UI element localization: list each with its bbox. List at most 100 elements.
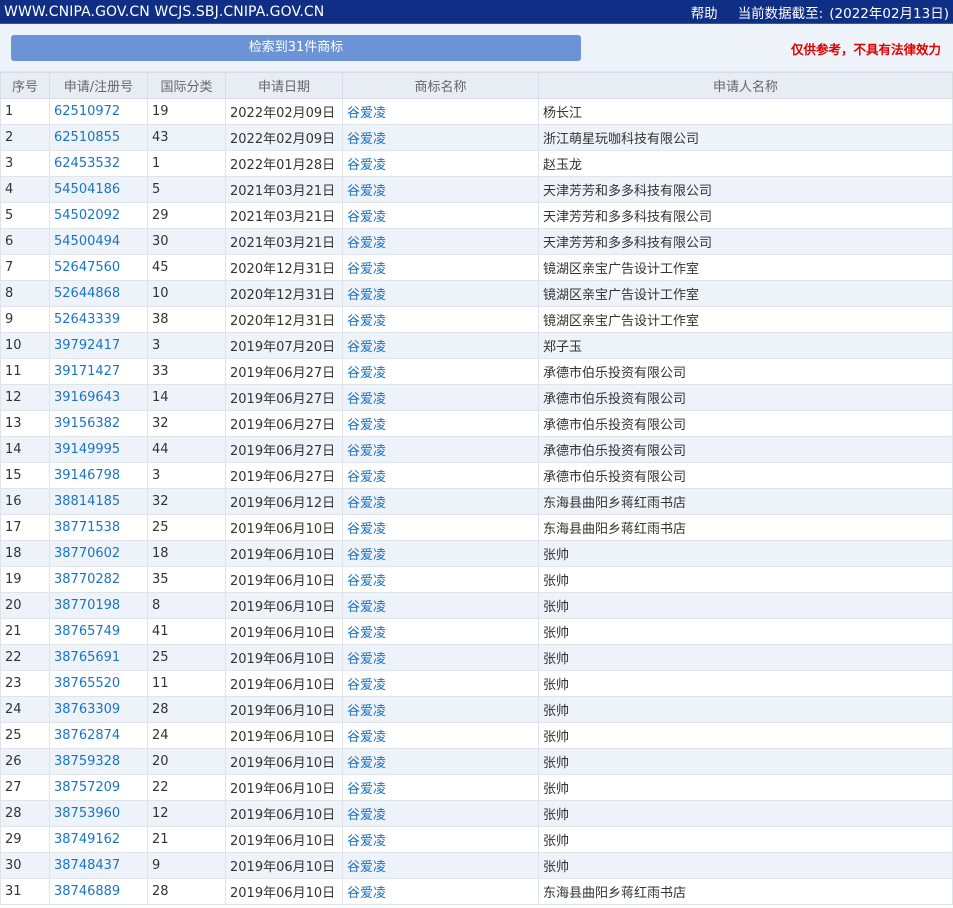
cell-index: 21 xyxy=(0,618,50,645)
cell-reg-number[interactable]: 54504186 xyxy=(49,176,148,203)
cell-reg-number[interactable]: 38748437 xyxy=(49,852,148,879)
cell-class: 9 xyxy=(147,852,226,879)
cell-reg-number[interactable]: 54500494 xyxy=(49,228,148,255)
cell-reg-number[interactable]: 38765520 xyxy=(49,670,148,697)
cell-index: 25 xyxy=(0,722,50,749)
result-count-button[interactable]: 检索到31件商标 xyxy=(11,35,581,61)
cell-mark-name[interactable]: 谷爱凌 xyxy=(342,202,539,229)
table-row: 9 52643339 38 2020年12月31日 谷爱凌 镜湖区亲宝广告设计工作室 xyxy=(0,306,953,333)
cell-mark-name[interactable]: 谷爱凌 xyxy=(342,826,539,853)
cell-index: 22 xyxy=(0,644,50,671)
cell-reg-number[interactable]: 62510855 xyxy=(49,124,148,151)
header-date[interactable]: 申请日期 xyxy=(225,72,343,99)
cell-reg-number[interactable]: 38749162 xyxy=(49,826,148,853)
cell-reg-number[interactable]: 39149995 xyxy=(49,436,148,463)
cell-mark-name[interactable]: 谷爱凌 xyxy=(342,852,539,879)
cell-reg-number[interactable]: 62510972 xyxy=(49,98,148,125)
header-mark-name[interactable]: 商标名称 xyxy=(342,72,539,99)
cell-reg-number[interactable]: 39156382 xyxy=(49,410,148,437)
cell-mark-name[interactable]: 谷爱凌 xyxy=(342,540,539,567)
cell-date: 2019年06月10日 xyxy=(225,670,343,697)
cell-mark-name[interactable]: 谷爱凌 xyxy=(342,670,539,697)
cell-reg-number[interactable]: 38746889 xyxy=(49,878,148,905)
cell-reg-number[interactable]: 38770282 xyxy=(49,566,148,593)
cell-mark-name[interactable]: 谷爱凌 xyxy=(342,722,539,749)
cell-date: 2019年06月10日 xyxy=(225,852,343,879)
cell-reg-number[interactable]: 52644868 xyxy=(49,280,148,307)
cell-mark-name[interactable]: 谷爱凌 xyxy=(342,150,539,177)
cell-index: 29 xyxy=(0,826,50,853)
cell-reg-number[interactable]: 38771538 xyxy=(49,514,148,541)
cell-date: 2020年12月31日 xyxy=(225,306,343,333)
cell-reg-number[interactable]: 38765691 xyxy=(49,644,148,671)
cell-mark-name[interactable]: 谷爱凌 xyxy=(342,488,539,515)
cell-mark-name[interactable]: 谷爱凌 xyxy=(342,644,539,671)
cell-mark-name[interactable]: 谷爱凌 xyxy=(342,332,539,359)
header-index[interactable]: 序号 xyxy=(0,72,50,99)
cell-date: 2019年06月10日 xyxy=(225,774,343,801)
cell-mark-name[interactable]: 谷爱凌 xyxy=(342,696,539,723)
cell-mark-name[interactable]: 谷爱凌 xyxy=(342,254,539,281)
cell-reg-number[interactable]: 39146798 xyxy=(49,462,148,489)
cell-mark-name[interactable]: 谷爱凌 xyxy=(342,592,539,619)
header-reg-number[interactable]: 申请/注册号 xyxy=(49,72,148,99)
cell-mark-name[interactable]: 谷爱凌 xyxy=(342,878,539,905)
cell-mark-name[interactable]: 谷爱凌 xyxy=(342,358,539,385)
cell-date: 2019年06月10日 xyxy=(225,618,343,645)
cell-reg-number[interactable]: 52643339 xyxy=(49,306,148,333)
cell-applicant: 赵玉龙 xyxy=(538,150,953,177)
cell-reg-number[interactable]: 39169643 xyxy=(49,384,148,411)
cell-reg-number[interactable]: 39792417 xyxy=(49,332,148,359)
cell-mark-name[interactable]: 谷爱凌 xyxy=(342,618,539,645)
cell-reg-number[interactable]: 38762874 xyxy=(49,722,148,749)
cell-index: 3 xyxy=(0,150,50,177)
cell-mark-name[interactable]: 谷爱凌 xyxy=(342,124,539,151)
cell-applicant: 张帅 xyxy=(538,540,953,567)
table-row: 31 38746889 28 2019年06月10日 谷爱凌 东海县曲阳乡蒋红雨书店 xyxy=(0,878,953,905)
cell-reg-number[interactable]: 38814185 xyxy=(49,488,148,515)
header-applicant[interactable]: 申请人名称 xyxy=(538,72,953,99)
cell-mark-name[interactable]: 谷爱凌 xyxy=(342,228,539,255)
disclaimer-text: 仅供参考，不具有法律效力 xyxy=(790,42,941,57)
cell-applicant: 东海县曲阳乡蒋红雨书店 xyxy=(538,488,953,515)
cell-reg-number[interactable]: 38759328 xyxy=(49,748,148,775)
table-row: 21 38765749 41 2019年06月10日 谷爱凌 张帅 xyxy=(0,618,953,645)
help-link[interactable]: 帮助 xyxy=(691,2,718,22)
cell-applicant: 张帅 xyxy=(538,670,953,697)
cell-mark-name[interactable]: 谷爱凌 xyxy=(342,280,539,307)
cell-mark-name[interactable]: 谷爱凌 xyxy=(342,462,539,489)
cell-reg-number[interactable]: 38763309 xyxy=(49,696,148,723)
cell-class: 24 xyxy=(147,722,226,749)
cell-reg-number[interactable]: 54502092 xyxy=(49,202,148,229)
cell-mark-name[interactable]: 谷爱凌 xyxy=(342,176,539,203)
cell-mark-name[interactable]: 谷爱凌 xyxy=(342,410,539,437)
cell-mark-name[interactable]: 谷爱凌 xyxy=(342,774,539,801)
cell-reg-number[interactable]: 38770198 xyxy=(49,592,148,619)
cell-applicant: 天津芳芳和多多科技有限公司 xyxy=(538,176,953,203)
cell-mark-name[interactable]: 谷爱凌 xyxy=(342,306,539,333)
cell-reg-number[interactable]: 38757209 xyxy=(49,774,148,801)
cell-mark-name[interactable]: 谷爱凌 xyxy=(342,98,539,125)
cell-mark-name[interactable]: 谷爱凌 xyxy=(342,384,539,411)
header-class[interactable]: 国际分类 xyxy=(147,72,226,99)
cell-date: 2019年06月27日 xyxy=(225,410,343,437)
cell-reg-number[interactable]: 52647560 xyxy=(49,254,148,281)
cell-mark-name[interactable]: 谷爱凌 xyxy=(342,800,539,827)
cell-reg-number[interactable]: 39171427 xyxy=(49,358,148,385)
table-row: 17 38771538 25 2019年06月10日 谷爱凌 东海县曲阳乡蒋红雨书店 xyxy=(0,514,953,541)
cell-class: 28 xyxy=(147,696,226,723)
table-row: 18 38770602 18 2019年06月10日 谷爱凌 张帅 xyxy=(0,540,953,567)
cell-class: 41 xyxy=(147,618,226,645)
cell-mark-name[interactable]: 谷爱凌 xyxy=(342,514,539,541)
cell-mark-name[interactable]: 谷爱凌 xyxy=(342,436,539,463)
cell-mark-name[interactable]: 谷爱凌 xyxy=(342,748,539,775)
cell-reg-number[interactable]: 38770602 xyxy=(49,540,148,567)
cell-class: 10 xyxy=(147,280,226,307)
cell-reg-number[interactable]: 62453532 xyxy=(49,150,148,177)
table-row: 29 38749162 21 2019年06月10日 谷爱凌 张帅 xyxy=(0,826,953,853)
cell-reg-number[interactable]: 38753960 xyxy=(49,800,148,827)
cell-mark-name[interactable]: 谷爱凌 xyxy=(342,566,539,593)
cell-reg-number[interactable]: 38765749 xyxy=(49,618,148,645)
cell-index: 26 xyxy=(0,748,50,775)
table-row: 24 38763309 28 2019年06月10日 谷爱凌 张帅 xyxy=(0,696,953,723)
